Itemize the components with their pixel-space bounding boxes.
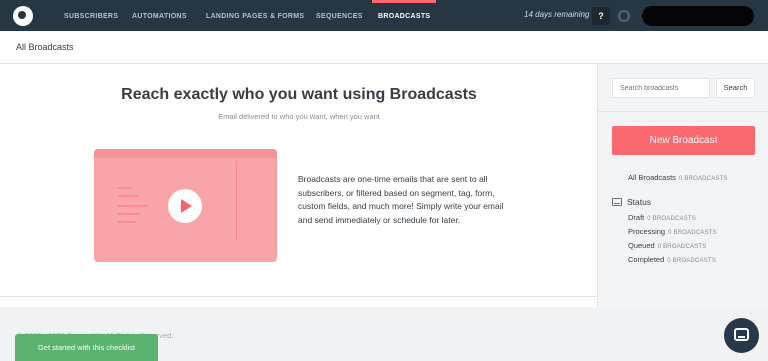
top-navigation: SUBSCRIBERS AUTOMATIONS LANDING PAGES & … (0, 0, 768, 31)
video-mock-line (118, 221, 136, 223)
nav-automations[interactable]: AUTOMATIONS (132, 0, 187, 31)
filter-count: 0 BROADCASTS (678, 176, 728, 182)
filter-label: All Broadcasts (628, 173, 676, 182)
nav-subscribers[interactable]: SUBSCRIBERS (64, 0, 118, 31)
play-icon[interactable] (168, 189, 202, 223)
help-icon[interactable]: ? (592, 7, 610, 25)
filter-label: Processing (628, 227, 666, 236)
filter-label: Queued (628, 241, 655, 250)
filter-count: 0 BROADCASTS (668, 230, 717, 236)
main-card-footer (0, 297, 598, 307)
video-mock-line (118, 205, 148, 207)
user-menu[interactable] (642, 6, 754, 26)
status-heading: Status (627, 197, 652, 207)
empty-state-headline: Reach exactly who you want using Broadca… (121, 86, 477, 103)
sidebar-divider (598, 111, 768, 112)
checklist-button[interactable]: Get started with this checklist (15, 334, 158, 361)
status-icon (612, 198, 622, 206)
empty-state-subline: Email delivered to who you want, when yo… (218, 112, 380, 121)
logo-icon[interactable] (13, 6, 33, 26)
nav-sequences[interactable]: SEQUENCES (316, 0, 363, 31)
filter-queued[interactable]: Queued 0 BROADCASTS (628, 241, 706, 250)
broadcasts-empty-state: Reach exactly who you want using Broadca… (0, 64, 598, 297)
video-mock-sidebar (236, 161, 274, 241)
chat-bubble-glyph (734, 328, 749, 341)
filter-label: Completed (628, 255, 665, 264)
video-mock-line (118, 195, 138, 197)
new-broadcast-button[interactable]: New Broadcast (612, 126, 755, 155)
play-triangle (181, 199, 192, 213)
video-mock-line (118, 213, 140, 215)
video-mock-line (118, 187, 132, 189)
nav-broadcasts[interactable]: BROADCASTS (371, 0, 437, 31)
filter-draft[interactable]: Draft 0 BROADCASTS (628, 213, 696, 222)
filter-count: 0 BROADCASTS (667, 258, 717, 264)
chat-icon[interactable] (724, 318, 759, 353)
broadcasts-sidebar: Search New Broadcast All Broadcasts0 BRO… (598, 64, 768, 307)
filter-completed[interactable]: Completed 0 BROADCASTS (628, 255, 716, 264)
filter-count: 0 BROADCASTS (657, 244, 707, 250)
page-header: All Broadcasts (0, 31, 768, 64)
filter-all-broadcasts[interactable]: All Broadcasts 0 BROADCASTS (628, 173, 728, 182)
page-title: All Broadcasts (16, 42, 74, 52)
search-broadcasts-input[interactable] (612, 78, 710, 98)
filter-label: Draft (628, 213, 645, 222)
spinner-icon (618, 10, 630, 22)
nav-landing-pages-forms[interactable]: LANDING PAGES & FORMS (206, 0, 304, 31)
search-button[interactable]: Search (716, 78, 755, 98)
video-mock-toolbar (94, 149, 277, 158)
filter-processing[interactable]: Processing 0 BROADCASTS (628, 227, 717, 236)
trial-remaining-text: 14 days remaining (524, 10, 590, 19)
filter-count: 0 BROADCASTS (647, 216, 697, 222)
empty-state-description: Broadcasts are one-time emails that are … (298, 174, 504, 225)
